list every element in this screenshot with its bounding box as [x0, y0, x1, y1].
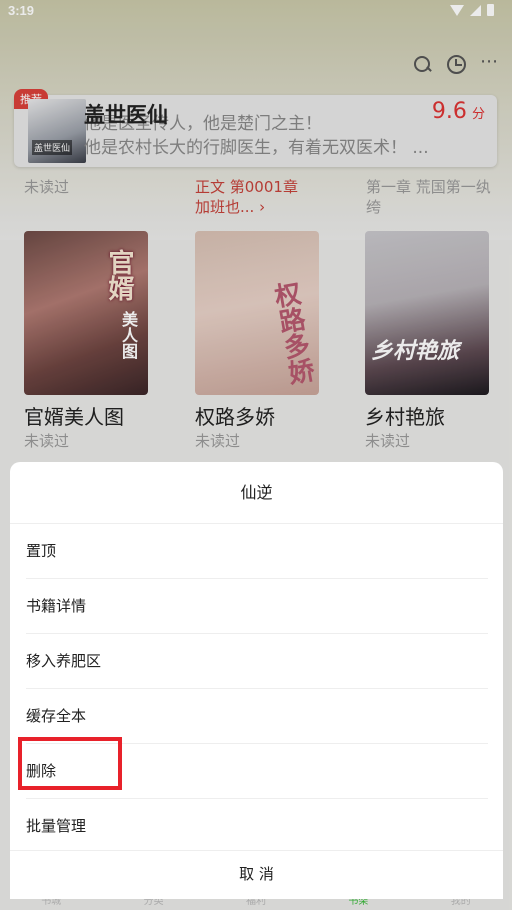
- sheet-title: 仙逆: [10, 462, 503, 524]
- cancel-button[interactable]: 取 消: [10, 850, 503, 899]
- action-sheet: 仙逆 置顶 书籍详情 移入养肥区 缓存全本 删除 批量管理 取 消: [10, 462, 503, 899]
- sheet-item-cache-all[interactable]: 缓存全本: [26, 689, 488, 744]
- sheet-item-pin[interactable]: 置顶: [26, 524, 488, 579]
- sheet-item-move-to-fatten[interactable]: 移入养肥区: [26, 634, 488, 689]
- sheet-item-book-details[interactable]: 书籍详情: [26, 579, 488, 634]
- sheet-item-batch-manage[interactable]: 批量管理: [26, 799, 488, 854]
- delete-highlight-box: [18, 737, 122, 790]
